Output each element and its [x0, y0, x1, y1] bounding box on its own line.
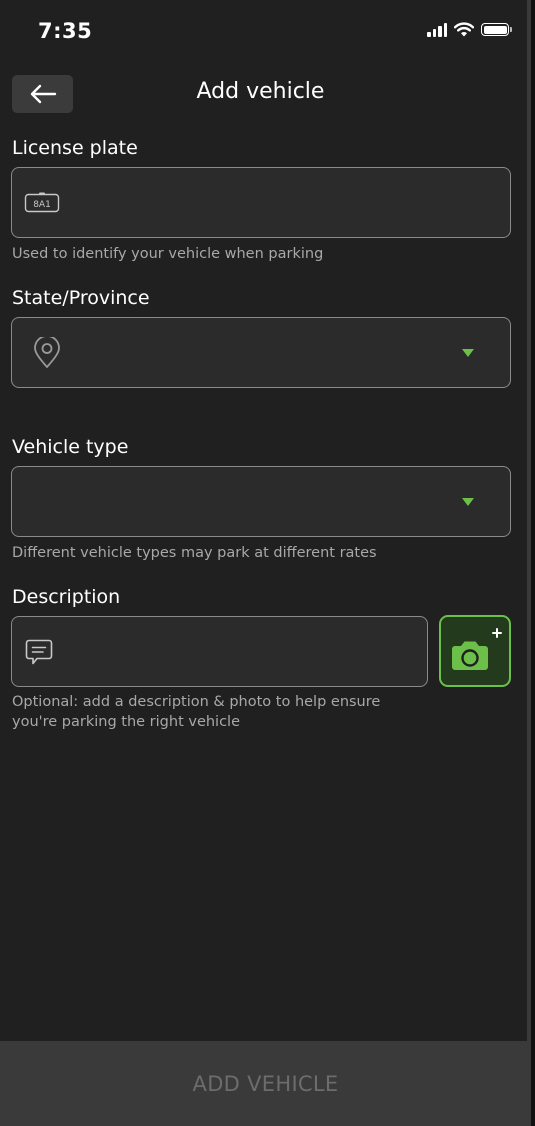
- add-vehicle-button[interactable]: ADD VEHICLE: [0, 1041, 531, 1126]
- description-input[interactable]: [11, 616, 428, 687]
- vehicle-type-select[interactable]: [11, 466, 511, 537]
- description-label: Description: [12, 586, 121, 608]
- description-helper-line2: you're parking the right vehicle: [12, 714, 241, 730]
- add-photo-button[interactable]: [439, 615, 511, 687]
- description-helper-line1: Optional: add a description & photo to h…: [12, 694, 381, 710]
- cellular-signal-icon: [427, 22, 447, 37]
- message-icon: [24, 638, 54, 666]
- svg-text:8A1: 8A1: [33, 200, 51, 210]
- status-time: 7:35: [38, 19, 93, 43]
- state-province-label: State/Province: [12, 287, 150, 309]
- state-province-select[interactable]: [11, 317, 511, 388]
- license-plate-input[interactable]: 8A1: [11, 167, 511, 238]
- wifi-icon: [454, 22, 474, 37]
- vehicle-type-helper: Different vehicle types may park at diff…: [12, 545, 377, 561]
- status-icons: [427, 22, 512, 37]
- location-pin-icon: [32, 336, 62, 369]
- add-vehicle-screen: 7:35 Add vehicle License plate 8A1 Used …: [0, 0, 531, 1126]
- battery-icon: [481, 23, 512, 36]
- license-plate-label: License plate: [12, 137, 138, 159]
- license-plate-helper: Used to identify your vehicle when parki…: [12, 246, 324, 262]
- license-plate-icon: 8A1: [24, 192, 60, 214]
- chevron-down-icon: [462, 348, 474, 357]
- screen-edge: [527, 0, 531, 1126]
- chevron-down-icon: [462, 497, 474, 506]
- camera-add-icon: [452, 628, 502, 670]
- page-title: Add vehicle: [196, 79, 325, 104]
- vehicle-type-label: Vehicle type: [12, 436, 129, 458]
